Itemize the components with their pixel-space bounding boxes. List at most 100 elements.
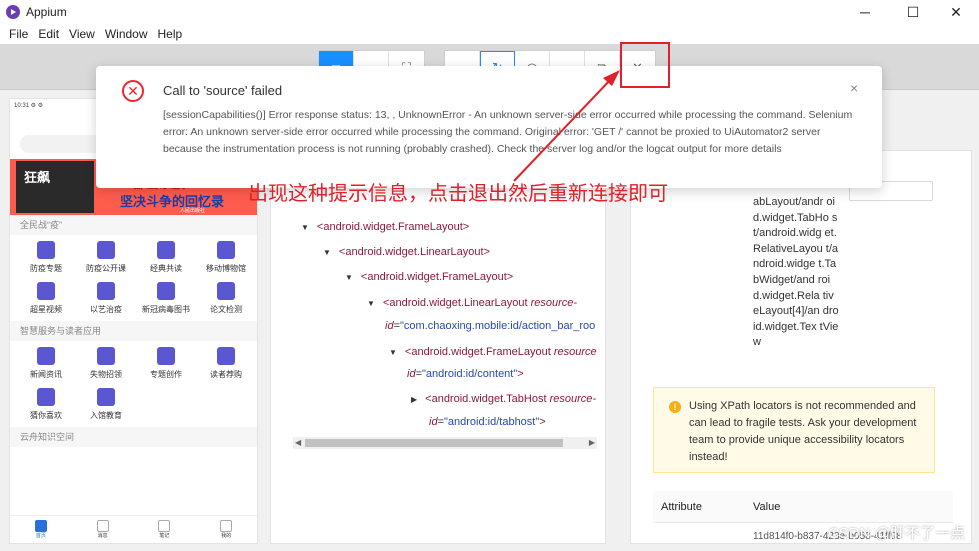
banner-publisher: 人民出版社 <box>180 208 206 214</box>
tree-node[interactable]: ▼ <android.widget.LinearLayout> <box>323 246 490 258</box>
menu-help[interactable]: Help <box>153 27 188 41</box>
node-tag: <android.widget.FrameLayout> <box>360 271 514 283</box>
grid-item[interactable]: 入馆教育 <box>76 388 136 421</box>
scroll-thumb[interactable] <box>305 439 563 447</box>
grid-item[interactable]: 防疫公开课 <box>76 241 136 274</box>
tab-label: 我的 <box>221 533 232 539</box>
node-attr: id <box>429 416 438 428</box>
banner-book-title: 狂飙 <box>24 170 51 185</box>
tab-notes[interactable]: 笔记 <box>158 520 171 539</box>
section-title-knowledge: 云舟知识空间 <box>10 427 257 447</box>
create-icon <box>157 347 175 365</box>
expand-arrow-icon[interactable]: ▼ <box>389 348 397 357</box>
tab-me[interactable]: 我的 <box>220 520 233 539</box>
grid-item[interactable]: 以艺治疫 <box>76 282 136 315</box>
node-close: > <box>517 368 524 380</box>
grid-item-label: 论文检测 <box>210 305 242 314</box>
grid-item[interactable]: 经典共读 <box>136 241 196 274</box>
node-tag: <android.widget.LinearLayout <box>382 297 528 309</box>
attribute-column-header: Attribute <box>661 500 702 513</box>
tree-node-attr-line: id="android:id/tabhost"> <box>429 416 546 428</box>
document-icon <box>37 241 55 259</box>
grid-item[interactable]: 移动博物馆 <box>196 241 256 274</box>
selected-element-panel: abLayout/andr oid.widget.TabHo st/androi… <box>630 150 972 544</box>
section-title-services: 智慧服务与读者应用 <box>10 321 257 341</box>
error-notification: ✕ Call to 'source' failed [sessionCapabi… <box>96 66 882 188</box>
quit-button-highlight <box>620 42 670 88</box>
grid-item-label: 防疫公开课 <box>86 264 126 273</box>
node-tag: <android.widget.FrameLayout <box>404 346 551 358</box>
tree-node[interactable]: ▼ <android.widget.FrameLayout> <box>301 221 469 233</box>
node-attr: id <box>407 368 416 380</box>
node-value: "com.chaoxing.mobile:id/action_bar_roo <box>400 320 596 332</box>
phone-tab-bar: 首页 消息 笔记 我的 <box>10 515 257 543</box>
window-title: Appium <box>26 5 67 19</box>
tab-label: 消息 <box>97 533 108 539</box>
expand-arrow-icon[interactable]: ▼ <box>345 273 353 282</box>
grid-item[interactable]: 新冠病毒图书 <box>136 282 196 315</box>
close-notification-button[interactable]: × <box>850 80 858 96</box>
menu-window[interactable]: Window <box>100 27 153 41</box>
book-icon <box>157 282 175 300</box>
maximize-button[interactable]: ☐ <box>890 0 936 24</box>
note-icon <box>158 520 171 532</box>
tree-node[interactable]: ▼ <android.widget.FrameLayout> <box>345 271 513 283</box>
grid-item-label: 移动博物馆 <box>206 264 246 273</box>
expand-arrow-icon[interactable]: ▼ <box>367 299 375 308</box>
grid-item[interactable]: 防疫专题 <box>16 241 76 274</box>
tree-node[interactable]: ▼ <android.widget.LinearLayout resource- <box>367 297 577 309</box>
lost-found-icon <box>97 347 115 365</box>
home-icon <box>34 520 47 532</box>
grid-item[interactable]: 猜你喜欢 <box>16 388 76 421</box>
graduation-cap-icon <box>97 282 115 300</box>
attribute-table-header: Attribute Value <box>653 491 953 523</box>
grid-item-label: 猜你喜欢 <box>30 411 62 420</box>
grid-item[interactable]: 专题创作 <box>136 347 196 380</box>
xpath-warning: ! Using XPath locators is not recommende… <box>653 387 935 473</box>
grid-item[interactable]: 论文检测 <box>196 282 256 315</box>
news-icon <box>37 347 55 365</box>
close-window-button[interactable]: ✕ <box>933 0 979 24</box>
grid-item[interactable]: 读者荐购 <box>196 347 256 380</box>
grid-item-label: 专题创作 <box>150 370 182 379</box>
tab-home[interactable]: 首页 <box>34 520 47 539</box>
expand-arrow-icon[interactable]: ▼ <box>301 223 309 232</box>
graduation-cap-icon <box>97 241 115 259</box>
section-title-epidemic: 全民战“疫” <box>10 215 257 235</box>
warning-text: Using XPath locators is not recommended … <box>689 400 917 463</box>
menu-edit[interactable]: Edit <box>33 27 64 41</box>
watermark-text: CSDN @肝不了一点 <box>828 525 965 542</box>
node-attr: resource- <box>546 393 597 405</box>
books-icon <box>157 241 175 259</box>
grid-item[interactable]: 超星视频 <box>16 282 76 315</box>
document-check-icon <box>217 282 235 300</box>
grid-item[interactable]: 新闻资讯 <box>16 347 76 380</box>
node-close: > <box>539 416 546 428</box>
scroll-left-icon[interactable]: ◀ <box>295 438 301 447</box>
grid-item-label: 新冠病毒图书 <box>142 305 190 314</box>
node-attr: resource <box>550 346 597 358</box>
menu-view[interactable]: View <box>64 27 100 41</box>
tree-node[interactable]: ▶ <android.widget.TabHost resource- <box>411 393 596 405</box>
node-tag: <android.widget.FrameLayout> <box>316 221 470 233</box>
title-bar: Appium ─ ☐ ✕ <box>0 0 979 24</box>
scroll-right-icon[interactable]: ▶ <box>589 438 595 447</box>
graduation-cap-icon <box>97 388 115 406</box>
annotation-text: 出现这种提示信息，点击退出然后重新连接即可 <box>248 181 668 205</box>
heart-icon <box>37 388 55 406</box>
tab-messages[interactable]: 消息 <box>96 520 109 539</box>
notification-title: Call to 'source' failed <box>163 83 283 98</box>
node-attr: resource- <box>527 297 578 309</box>
expand-arrow-icon[interactable]: ▼ <box>323 248 331 257</box>
tree-node[interactable]: ▼ <android.widget.FrameLayout resource <box>389 346 597 358</box>
epidemic-grid: 防疫专题 防疫公开课 经典共读 移动博物馆 超星视频 以艺治疫 新冠病毒图书 论… <box>10 235 257 317</box>
horizontal-scrollbar[interactable]: ◀ ▶ <box>293 437 597 449</box>
grid-item-label: 超星视频 <box>30 305 62 314</box>
appium-logo-icon <box>6 5 20 19</box>
play-icon <box>37 282 55 300</box>
expand-arrow-icon[interactable]: ▶ <box>411 395 417 404</box>
menu-bar: File Edit View Window Help <box>0 24 979 44</box>
minimize-button[interactable]: ─ <box>842 0 888 24</box>
grid-item[interactable]: 失物招领 <box>76 347 136 380</box>
menu-file[interactable]: File <box>4 27 33 41</box>
